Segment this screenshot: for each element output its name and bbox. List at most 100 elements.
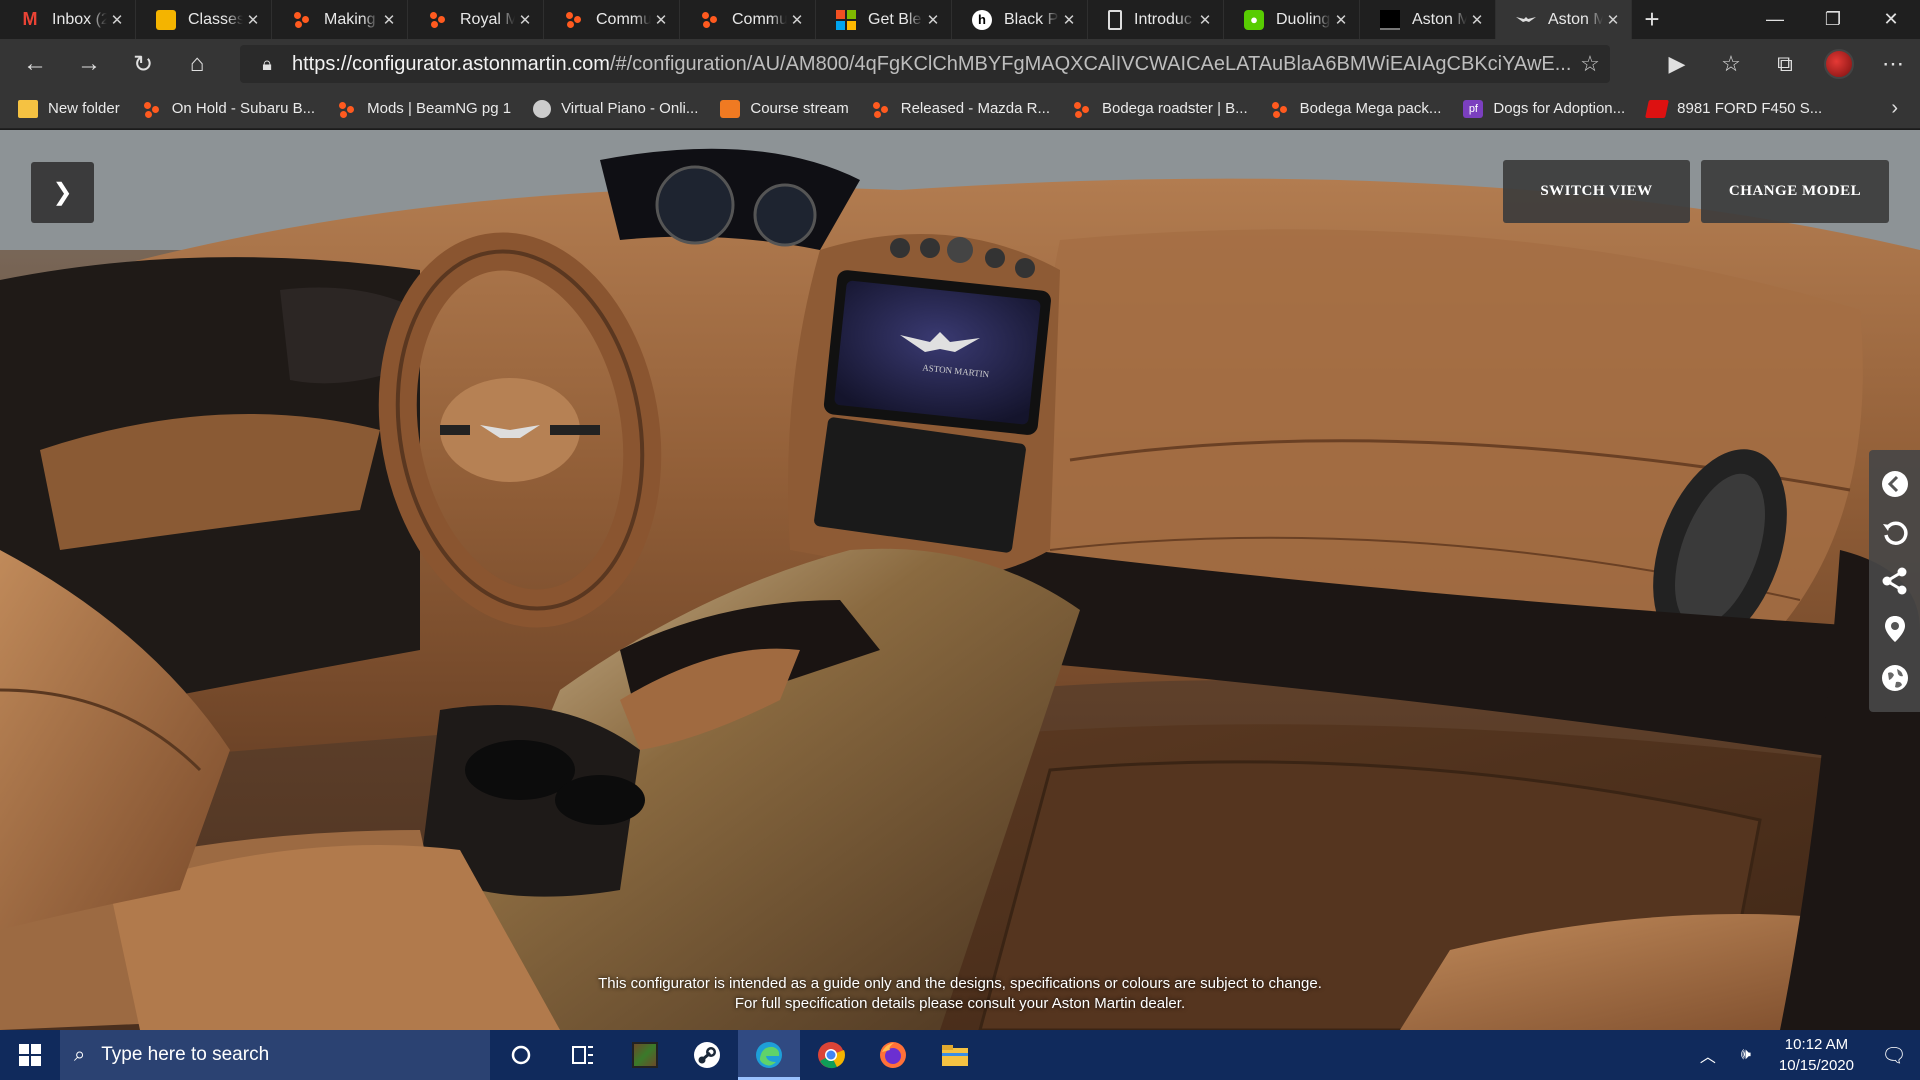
restore-button[interactable]: ❐	[1804, 0, 1862, 39]
disclaimer-line-1: This configurator is intended as a guide…	[598, 975, 1322, 992]
bookmark-virtual-piano[interactable]: Virtual Piano - Onli...	[533, 99, 698, 118]
close-window-button[interactable]: ✕	[1862, 0, 1920, 39]
bookmark-released-mazda[interactable]: Released - Mazda R...	[871, 100, 1050, 118]
home-button[interactable]: ⌂	[170, 39, 224, 89]
tab-title: Classes	[188, 10, 243, 28]
new-tab-button[interactable]: +	[1632, 0, 1672, 39]
change-model-button[interactable]: CHANGE MODEL	[1701, 160, 1889, 223]
bookmarks-bar: New folder On Hold - Subaru B... Mods | …	[0, 89, 1920, 129]
gmail-icon: M	[22, 9, 38, 29]
windows-logo-icon	[19, 1044, 41, 1066]
tab-black-pa[interactable]: h Black Pa ✕	[952, 0, 1088, 39]
volume-icon[interactable]: 🕪︎	[1727, 1046, 1765, 1064]
aston-martin-icon	[1380, 9, 1400, 30]
configurator-viewport[interactable]: ASTON MARTIN ❯ SWITCH VIEW CHANGE MODEL	[0, 130, 1920, 1030]
share-icon[interactable]	[1879, 565, 1911, 597]
profile-avatar[interactable]	[1812, 39, 1866, 89]
tab-duolingo[interactable]: ● Duoling ✕	[1224, 0, 1360, 39]
close-tab-icon[interactable]: ✕	[243, 11, 263, 29]
edge-icon[interactable]	[738, 1030, 800, 1080]
tool-rail	[1869, 450, 1920, 712]
url-text[interactable]: https://configurator.astonmartin.com/#/c…	[288, 53, 1570, 76]
tab-royal[interactable]: Royal M ✕	[408, 0, 544, 39]
minecraft-icon[interactable]	[614, 1030, 676, 1080]
favorite-star-icon[interactable]: ☆	[1570, 51, 1610, 77]
navigation-bar: ← → ↻ ⌂ 🔒︎ https://configurator.astonmar…	[0, 39, 1920, 89]
tab-gmail[interactable]: M Inbox (2 ✕	[0, 0, 136, 39]
close-tab-icon[interactable]: ✕	[1195, 11, 1215, 29]
task-view-icon[interactable]	[552, 1030, 614, 1080]
tab-aston-active[interactable]: Aston M ✕	[1496, 0, 1632, 39]
tab-strip: M Inbox (2 ✕ Classes ✕ Making ✕ Royal M …	[0, 0, 1920, 39]
tab-title: Get Blen	[868, 10, 923, 28]
location-pin-icon[interactable]	[1879, 613, 1911, 645]
favorites-icon[interactable]: ☆	[1704, 39, 1758, 89]
chrome-icon[interactable]	[800, 1030, 862, 1080]
show-hidden-icons-icon[interactable]: ︿	[1689, 1043, 1727, 1067]
tab-get-blender[interactable]: Get Blen ✕	[816, 0, 952, 39]
lock-icon[interactable]: 🔒︎	[246, 54, 288, 75]
close-tab-icon[interactable]: ✕	[787, 11, 807, 29]
folder-icon	[18, 99, 38, 118]
close-tab-icon[interactable]: ✕	[1603, 11, 1623, 29]
windows-taskbar: ⌕ Type here to search ︿ 🕪︎ 10:12 AM 10/1…	[0, 1030, 1920, 1080]
chevron-right-icon[interactable]: ›	[1891, 97, 1898, 120]
bookmark-new-folder[interactable]: New folder	[18, 99, 120, 118]
bookmark-mods-beamng[interactable]: Mods | BeamNG pg 1	[337, 100, 511, 118]
refresh-button[interactable]: ↻	[116, 39, 170, 89]
firefox-icon[interactable]	[862, 1030, 924, 1080]
close-tab-icon[interactable]: ✕	[1059, 11, 1079, 29]
file-explorer-icon[interactable]	[924, 1030, 986, 1080]
bookmark-on-hold[interactable]: On Hold - Subaru B...	[142, 100, 315, 118]
tab-title: Commu	[596, 10, 651, 28]
close-tab-icon[interactable]: ✕	[1467, 11, 1487, 29]
back-circle-icon[interactable]	[1879, 468, 1911, 500]
bookmark-course-stream[interactable]: Course stream	[720, 99, 849, 118]
aston-martin-wings-icon	[1516, 10, 1536, 30]
tab-aston-1[interactable]: Aston M ✕	[1360, 0, 1496, 39]
steam-icon[interactable]	[676, 1030, 738, 1080]
disclaimer-line-2: For full specification details please co…	[734, 995, 1186, 1012]
extension-icon[interactable]: ▶	[1650, 39, 1704, 89]
tab-commu-1[interactable]: Commu ✕	[544, 0, 680, 39]
notifications-icon[interactable]: 🗨︎	[1868, 1043, 1920, 1068]
more-options-icon[interactable]: ⋯	[1866, 39, 1920, 89]
cortana-icon[interactable]	[490, 1030, 552, 1080]
bookmark-dogs-adoption[interactable]: pf Dogs for Adoption...	[1463, 99, 1625, 118]
tab-classes[interactable]: Classes ✕	[136, 0, 272, 39]
tab-commu-2[interactable]: Commu ✕	[680, 0, 816, 39]
orange-dots-icon	[142, 100, 162, 118]
close-tab-icon[interactable]: ✕	[923, 11, 943, 29]
reset-icon[interactable]	[1879, 517, 1911, 549]
bookmark-bodega-mega[interactable]: Bodega Mega pack...	[1270, 100, 1441, 118]
close-tab-icon[interactable]: ✕	[515, 11, 535, 29]
bookmark-bodega-roadster[interactable]: Bodega roadster | B...	[1072, 100, 1248, 118]
open-menu-button[interactable]: ❯	[31, 162, 94, 223]
document-icon	[1108, 9, 1122, 30]
search-placeholder: Type here to search	[101, 1044, 270, 1065]
tab-title: Aston M	[1548, 10, 1603, 28]
minimize-button[interactable]: —	[1746, 0, 1804, 39]
bookmark-ford-f450[interactable]: 8981 FORD F450 S...	[1645, 99, 1822, 118]
tab-making[interactable]: Making ✕	[272, 0, 408, 39]
globe-icon[interactable]	[1879, 662, 1911, 694]
taskbar-search-box[interactable]: ⌕ Type here to search	[60, 1030, 490, 1080]
collections-icon[interactable]: ⧉	[1758, 39, 1812, 89]
close-tab-icon[interactable]: ✕	[651, 11, 671, 29]
tab-title: Making	[324, 10, 376, 28]
back-button[interactable]: ←	[8, 39, 62, 89]
orange-dots-icon	[700, 10, 720, 30]
tab-title: Duoling	[1276, 10, 1331, 28]
clock[interactable]: 10:12 AM 10/15/2020	[1765, 1034, 1868, 1076]
close-tab-icon[interactable]: ✕	[1331, 11, 1351, 29]
start-button[interactable]	[0, 1030, 60, 1080]
close-tab-icon[interactable]: ✕	[379, 11, 399, 29]
duolingo-icon: ●	[1244, 9, 1264, 30]
tab-introduc[interactable]: Introduc ✕	[1088, 0, 1224, 39]
address-bar[interactable]: 🔒︎ https://configurator.astonmartin.com/…	[240, 45, 1610, 83]
switch-view-button[interactable]: SWITCH VIEW	[1503, 160, 1690, 223]
forward-button[interactable]: →	[62, 39, 116, 89]
car-interior-render[interactable]: ASTON MARTIN	[0, 130, 1920, 1030]
petfinder-icon: pf	[1463, 99, 1484, 118]
close-tab-icon[interactable]: ✕	[107, 11, 127, 29]
